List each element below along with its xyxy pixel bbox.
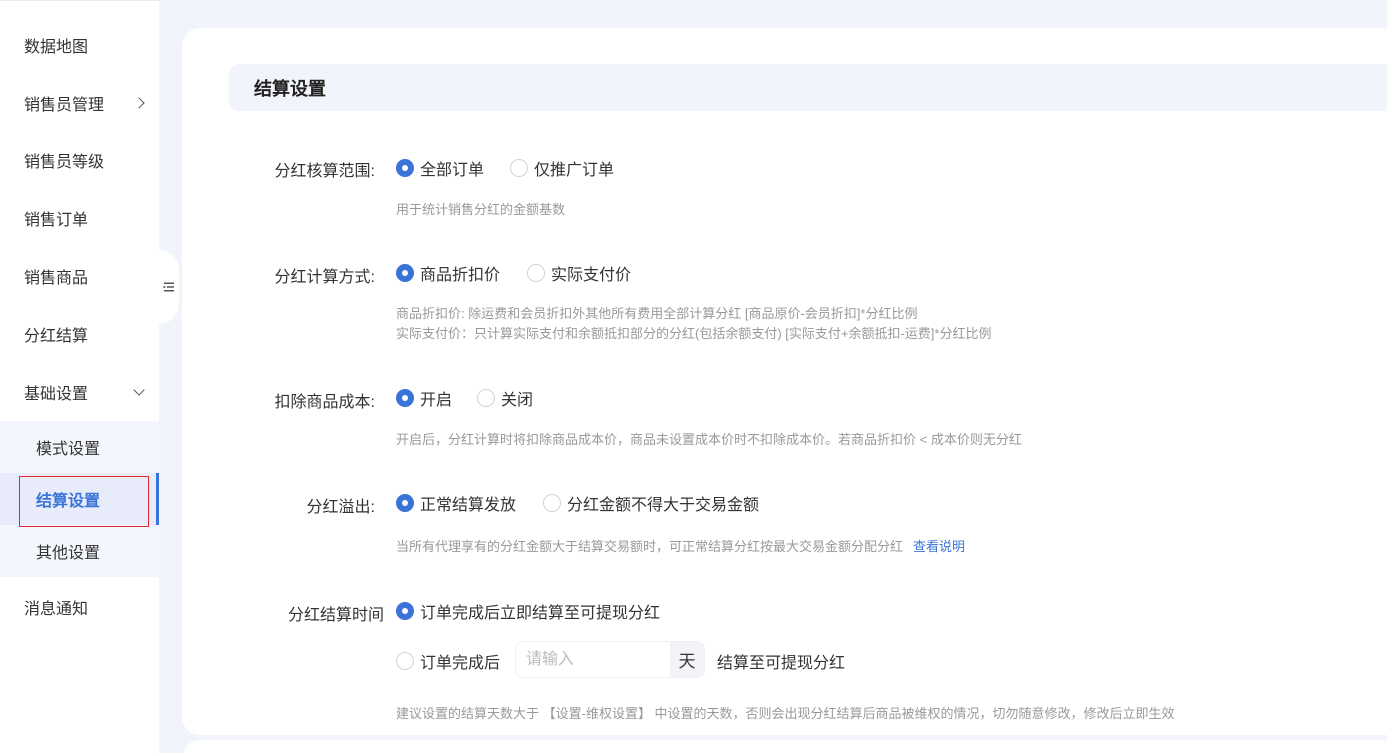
sidebar-item-salesperson-level[interactable]: 销售员等级: [0, 138, 159, 182]
overflow-label: 分红溢出:: [306, 499, 375, 516]
section-title: 结算设置: [229, 64, 1387, 111]
chevron-down-icon: [133, 384, 145, 396]
sidebar-item-label: 消息通知: [24, 601, 89, 618]
calc-radio-discount-price[interactable]: 商品折扣价: [396, 261, 500, 285]
sidebar-item-label: 基础设置: [24, 386, 89, 403]
sidebar-submenu: 模式设置 结算设置 其他设置: [0, 421, 159, 577]
overflow-radio-capped[interactable]: 分红金额不得大于交易金额: [543, 491, 759, 515]
radio-unchecked-icon: [543, 494, 561, 512]
sidebar-item-label: 数据地图: [24, 39, 89, 56]
sidebar-collapse-button[interactable]: [159, 250, 179, 324]
sidebar-subitem-mode-settings[interactable]: 模式设置: [0, 421, 159, 473]
settle-radio-after-days[interactable]: 订单完成后: [396, 649, 500, 673]
sidebar-item-sales-orders[interactable]: 销售订单: [0, 196, 159, 240]
settle-time-label: 分红结算时间: [287, 607, 384, 624]
sidebar-item-basic-settings[interactable]: 基础设置: [0, 370, 159, 414]
sidebar-item-label: 销售员管理: [24, 97, 105, 114]
chevron-right-icon: [133, 97, 145, 109]
scope-radio-all-orders[interactable]: 全部订单: [396, 156, 484, 180]
sidebar-item-label: 销售商品: [24, 270, 89, 287]
sidebar-item-notifications[interactable]: 消息通知: [0, 585, 159, 629]
settle-radio-immediate[interactable]: 订单完成后立即结算至可提现分红: [396, 599, 660, 623]
settle-help: 建议设置的结算天数大于 【设置-维权设置】 中设置的天数，否则会出现分红结算后商…: [396, 706, 1175, 721]
settle-after-text: 结算至可提现分红: [717, 655, 846, 672]
sidebar-subitem-label: 模式设置: [36, 441, 101, 458]
radio-checked-icon: [396, 264, 414, 282]
main-card: [182, 28, 1387, 735]
sidebar: 数据地图 销售员管理 销售员等级 销售订单 销售商品 分红结算 基础设置 模式设…: [0, 0, 159, 753]
calc-help-line2: 实际支付价：只计算实际支付和余额抵扣部分的分红(包括余额支付) [实际支付+余额…: [396, 326, 992, 341]
sidebar-subitem-settlement-settings[interactable]: 结算设置: [0, 473, 159, 525]
view-explanation-link[interactable]: 查看说明: [913, 539, 965, 554]
radio-checked-icon: [396, 159, 414, 177]
calc-label: 分红计算方式:: [274, 269, 375, 286]
radio-unchecked-icon: [527, 264, 545, 282]
calc-help-line1: 商品折扣价: 除运费和会员折扣外其他所有费用全部计算分红 [商品原价-会员折扣]…: [396, 306, 918, 321]
radio-unchecked-icon: [396, 652, 414, 670]
cost-radio-off[interactable]: 关闭: [477, 386, 533, 410]
sidebar-subitem-label: 结算设置: [36, 493, 101, 510]
cost-help: 开启后，分红计算时将扣除商品成本价，商品未设置成本价时不扣除成本价。若商品折扣价…: [396, 432, 1022, 447]
sidebar-item-label: 销售订单: [24, 212, 89, 229]
radio-unchecked-icon: [477, 389, 495, 407]
sidebar-item-salesperson-management[interactable]: 销售员管理: [0, 81, 159, 125]
overflow-help: 当所有代理享有的分红金额大于结算交易额时，可正常结算分红按最大交易金额分配分红查…: [396, 539, 966, 554]
sidebar-item-dividend-settlement[interactable]: 分红结算: [0, 312, 159, 356]
menu-collapse-icon: [163, 282, 174, 292]
scope-radio-promo-orders[interactable]: 仅推广订单: [510, 156, 614, 180]
sidebar-item-sales-products[interactable]: 销售商品: [0, 254, 159, 298]
calc-radio-actual-paid[interactable]: 实际支付价: [527, 261, 631, 285]
cost-radio-on[interactable]: 开启: [396, 386, 452, 410]
sidebar-subitem-label: 其他设置: [36, 545, 101, 562]
radio-checked-icon: [396, 389, 414, 407]
next-card: [182, 740, 1387, 753]
scope-help: 用于统计销售分红的金额基数: [396, 202, 566, 217]
scope-label: 分红核算范围:: [274, 163, 375, 180]
settle-days-input[interactable]: [516, 642, 670, 677]
active-indicator: [156, 473, 159, 525]
days-unit: 天: [670, 642, 704, 677]
radio-checked-icon: [396, 494, 414, 512]
cost-label: 扣除商品成本:: [274, 394, 375, 411]
sidebar-subitem-other-settings[interactable]: 其他设置: [0, 525, 159, 577]
radio-unchecked-icon: [510, 159, 528, 177]
sidebar-item-data-map[interactable]: 数据地图: [0, 23, 159, 67]
settle-days-input-group: 天: [515, 641, 705, 678]
sidebar-item-label: 分红结算: [24, 328, 89, 345]
radio-checked-icon: [396, 602, 414, 620]
overflow-radio-normal[interactable]: 正常结算发放: [396, 491, 516, 515]
sidebar-item-label: 销售员等级: [24, 154, 105, 171]
